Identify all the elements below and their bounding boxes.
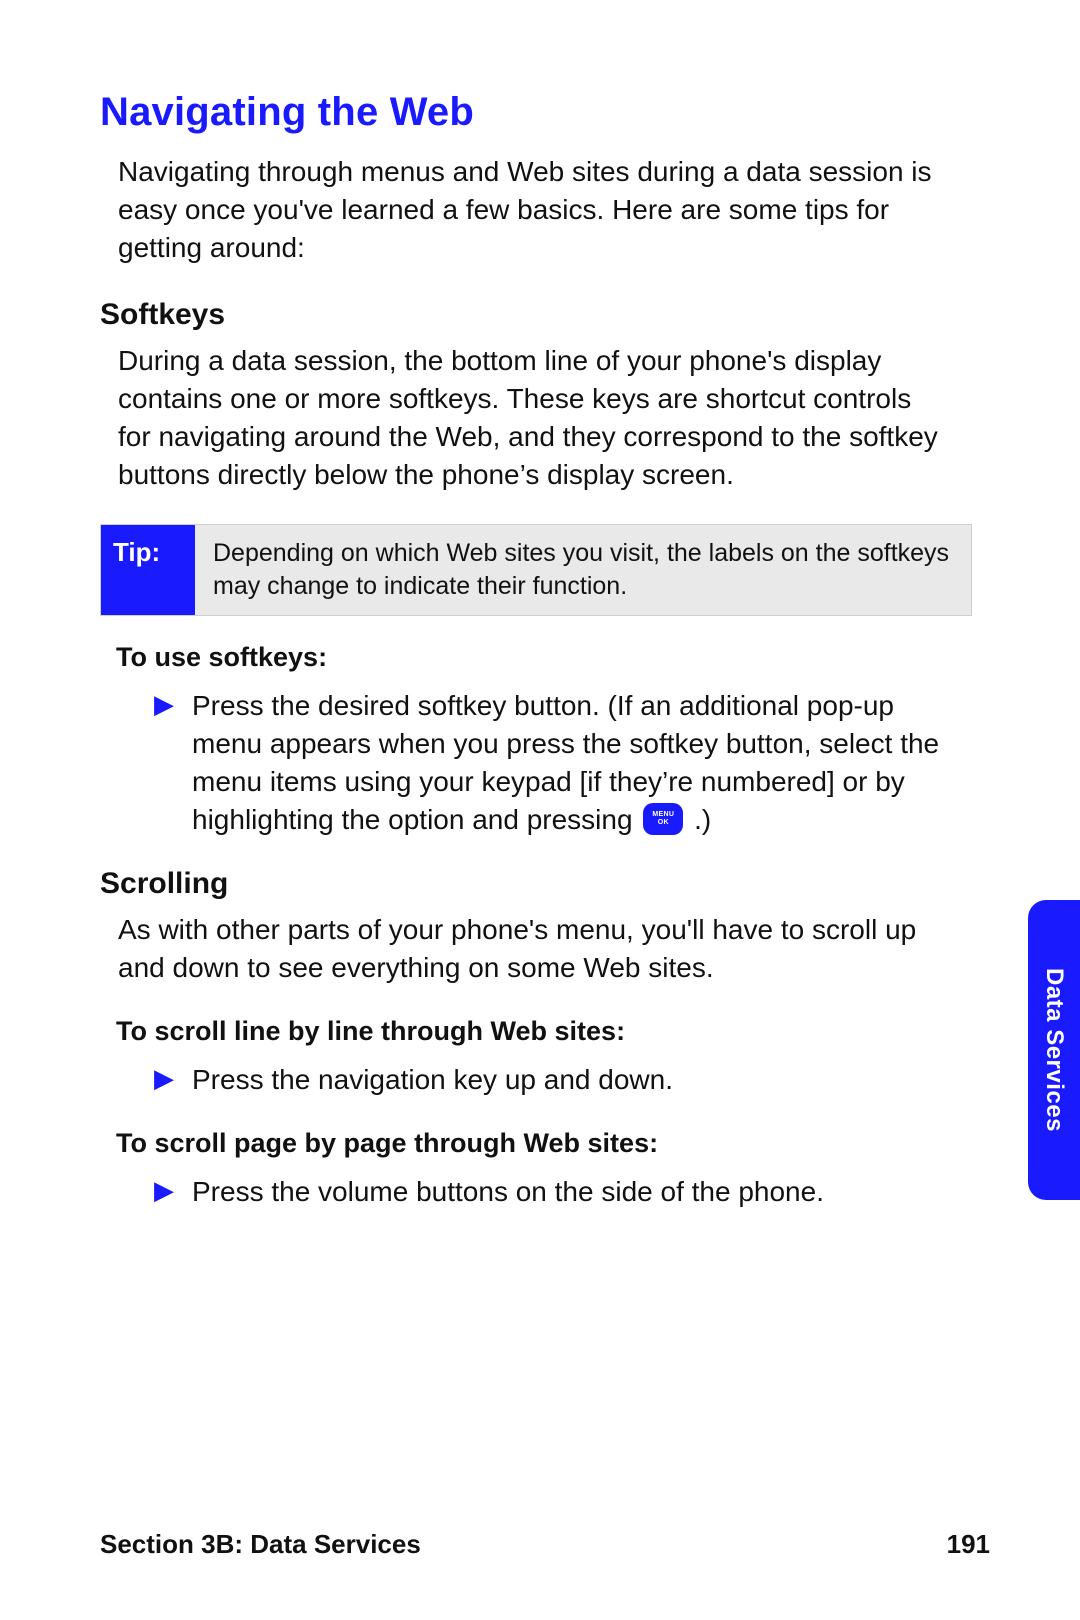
tip-body: Depending on which Web sites you visit, …	[195, 525, 971, 615]
scrolling-heading: Scrolling	[100, 867, 990, 901]
side-tab: Data Services	[1028, 900, 1080, 1200]
side-tab-label: Data Services	[1040, 968, 1068, 1132]
scrolling-paragraph: As with other parts of your phone's menu…	[118, 911, 948, 987]
footer-section: Section 3B: Data Services	[100, 1529, 421, 1560]
softkeys-bullet-pre: Press the desired softkey button. (If an…	[192, 690, 939, 835]
key-top: MENU	[652, 811, 674, 819]
manual-page: Navigating the Web Navigating through me…	[0, 0, 1080, 1620]
scrolling-bullet-2: ▶ Press the volume buttons on the side o…	[154, 1173, 954, 1211]
softkeys-heading: Softkeys	[100, 298, 990, 332]
bullet-arrow-icon: ▶	[154, 687, 174, 722]
softkeys-paragraph: During a data session, the bottom line o…	[118, 342, 948, 493]
softkeys-bullet-post: .)	[694, 804, 711, 835]
softkeys-bullet: ▶ Press the desired softkey button. (If …	[154, 687, 954, 839]
bullet-arrow-icon: ▶	[154, 1061, 174, 1096]
intro-paragraph: Navigating through menus and Web sites d…	[118, 153, 948, 266]
page-footer: Section 3B: Data Services 191	[100, 1529, 990, 1560]
scrolling-bullet-1: ▶ Press the navigation key up and down.	[154, 1061, 954, 1099]
scrolling-bullet-1-text: Press the navigation key up and down.	[192, 1061, 954, 1099]
scrolling-lead-2: To scroll page by page through Web sites…	[116, 1128, 990, 1159]
tip-label: Tip:	[101, 525, 195, 615]
menu-ok-key-icon: MENU OK	[643, 803, 683, 835]
tip-callout: Tip: Depending on which Web sites you vi…	[100, 524, 972, 616]
footer-page-number: 191	[947, 1529, 990, 1560]
key-bottom: OK	[658, 819, 669, 827]
bullet-arrow-icon: ▶	[154, 1173, 174, 1208]
scrolling-lead-1: To scroll line by line through Web sites…	[116, 1016, 990, 1047]
softkeys-lead: To use softkeys:	[116, 642, 990, 673]
page-title: Navigating the Web	[100, 90, 990, 135]
softkeys-bullet-text: Press the desired softkey button. (If an…	[192, 687, 954, 839]
scrolling-bullet-2-text: Press the volume buttons on the side of …	[192, 1173, 954, 1211]
